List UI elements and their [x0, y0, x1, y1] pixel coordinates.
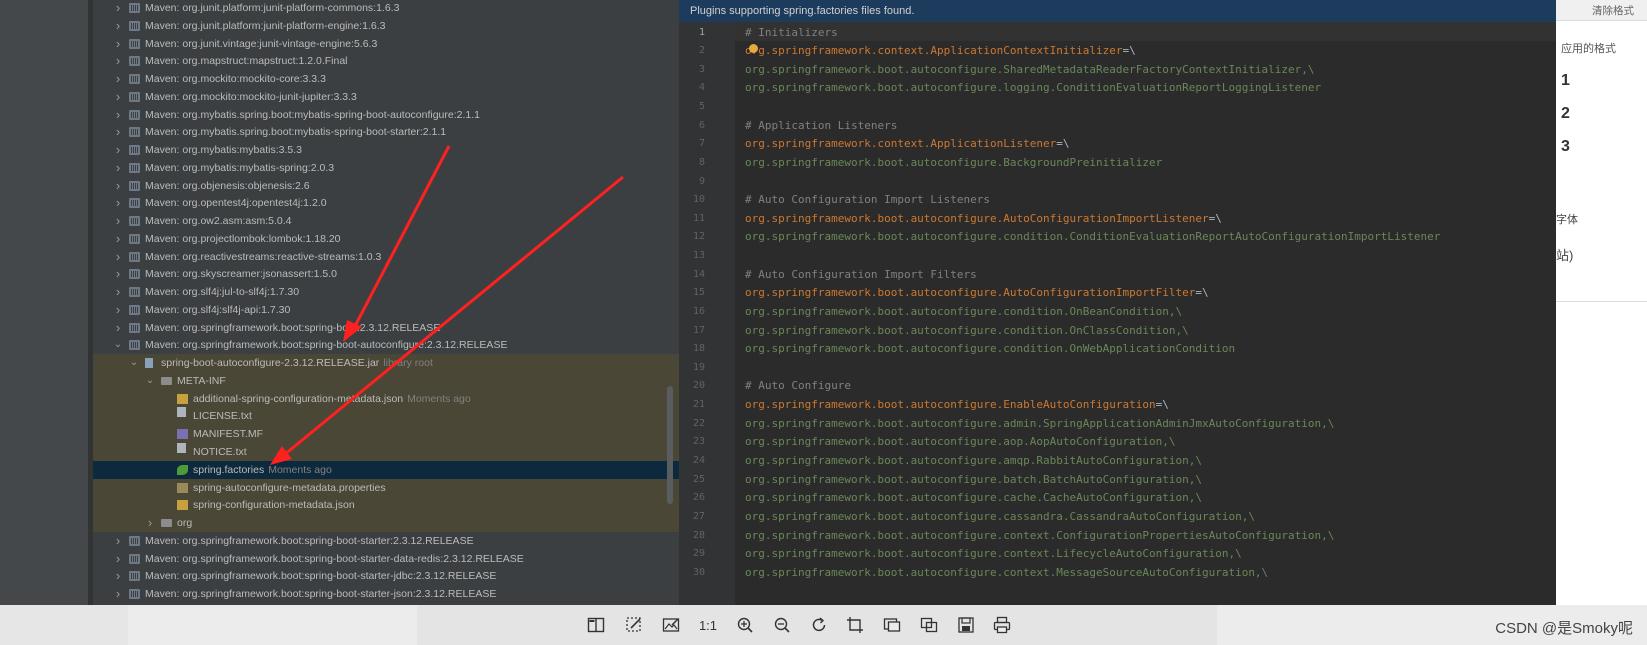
annotation-arrows: [270, 145, 624, 465]
red-arrow-2: [283, 175, 624, 457]
red-arrow-1-head: [343, 320, 362, 342]
red-arrow-2-head: [270, 446, 292, 465]
red-arrow-1: [351, 145, 451, 331]
